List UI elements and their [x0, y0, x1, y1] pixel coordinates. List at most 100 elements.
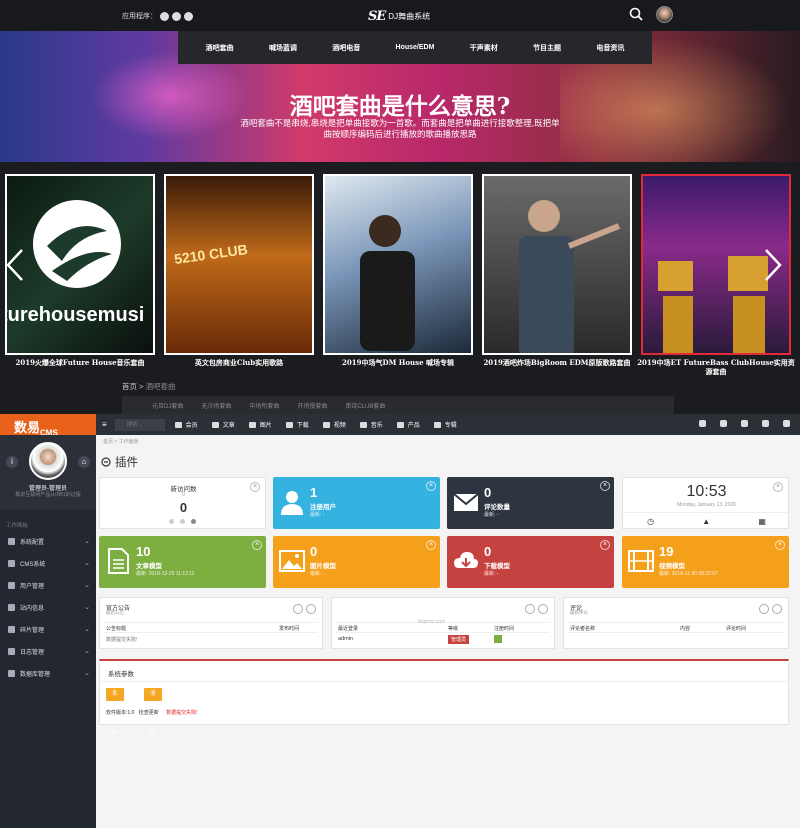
stat-card-articles[interactable]: 10 文章模型 最新: 2018-12-29 11:12:11 × — [99, 536, 266, 588]
album-card[interactable]: turehousemusi — [5, 174, 155, 355]
info-icon[interactable]: i — [6, 456, 18, 468]
nav-videos[interactable]: 视频 — [322, 420, 346, 429]
nav-item[interactable]: 酒吧电音 — [332, 43, 360, 53]
nav-label: 图片 — [259, 423, 272, 429]
menu-toggle-icon[interactable]: ≡ — [102, 420, 107, 429]
album-card[interactable]: 5210 CLUB — [164, 174, 314, 355]
stat-card-videos[interactable]: 19 视频模型 最新: 2018-11-30 08:22:57 × — [622, 536, 789, 588]
nav-music[interactable]: 音乐 — [359, 420, 383, 429]
cms-logo[interactable]: 数易CMS — [0, 414, 96, 438]
search-icon[interactable] — [629, 7, 643, 21]
panel-subtitle: 最新评论 — [570, 610, 588, 615]
category-tab[interactable]: 中场所套曲 — [249, 401, 279, 410]
visits-dots[interactable] — [169, 519, 196, 524]
stat-card-images[interactable]: 0 图片模型 最新: - × — [273, 536, 440, 588]
stat-label: 注册用户 — [310, 504, 336, 511]
carousel-next-button[interactable] — [763, 248, 783, 282]
apple-icon[interactable] — [184, 11, 193, 21]
breadcrumb: 首页 > 酒吧套曲 — [122, 381, 176, 392]
expand-icon[interactable] — [293, 604, 303, 614]
menu-item-fragments[interactable]: 碎片管理 ⌄ — [0, 619, 96, 639]
menu-item-cms[interactable]: CMS系统 ⌄ — [0, 553, 96, 573]
search-input[interactable] — [114, 418, 165, 431]
nav-members[interactable]: 会员 — [174, 420, 198, 429]
nav-label: 视频 — [333, 423, 346, 429]
close-icon[interactable]: × — [600, 481, 610, 491]
nav-item[interactable]: 酒吧套曲 — [206, 43, 234, 53]
close-icon[interactable]: × — [773, 482, 783, 492]
nav-albums[interactable]: 专辑 — [433, 420, 457, 429]
user-avatar[interactable] — [656, 6, 673, 23]
close-icon[interactable]: × — [775, 540, 785, 550]
album-caption[interactable]: 2019火爆全球Future House音乐套曲 — [0, 358, 160, 367]
clear-cache-icon[interactable] — [741, 420, 748, 427]
nav-downloads[interactable]: 下载 — [285, 420, 309, 429]
app-store-icon[interactable] — [160, 11, 169, 21]
carousel-prev-button[interactable] — [5, 248, 25, 282]
close-icon[interactable]: × — [426, 540, 436, 550]
stat-label: 图片模型 — [310, 563, 336, 570]
system-params-panel: 系统参数 系统已启 清理已启 软件版本:1.0 检查更新 数据提交失败! — [99, 659, 789, 736]
stat-card-comments[interactable]: 0 评论数量 最新: - × — [447, 477, 614, 529]
stat-value: 10 — [136, 544, 151, 559]
breadcrumb-home[interactable]: 首页 > — [122, 382, 143, 391]
menu-item-logs[interactable]: 日志管理 ⌄ — [0, 641, 96, 661]
admin-sidebar: 数易CMS i ⌂ 管理员-管理员 枫泉互联网产品从0到1的过程 工作面板 系统… — [0, 414, 96, 828]
info-icon[interactable] — [699, 420, 706, 427]
logo-mark: SE — [368, 9, 386, 24]
close-icon[interactable]: × — [250, 482, 260, 492]
nav-item[interactable]: 电音资讯 — [596, 43, 624, 53]
sitemap-icon[interactable] — [720, 420, 727, 427]
menu-item-database[interactable]: 数据库管理 ⌄ — [0, 663, 96, 683]
expand-icon[interactable] — [525, 604, 535, 614]
calendar-icon — [8, 647, 15, 655]
menu-item-users[interactable]: 用户管理 ⌄ — [0, 575, 96, 595]
nav-item[interactable]: House/EDM — [396, 44, 435, 51]
android-icon[interactable] — [172, 11, 181, 21]
check-update-link[interactable]: 检查更新 — [139, 710, 159, 716]
power-icon[interactable] — [783, 420, 790, 427]
album-caption[interactable]: 2019中场气DM House 喊场专辑 — [318, 358, 478, 367]
album-card[interactable] — [482, 174, 632, 355]
close-icon[interactable]: × — [426, 481, 436, 491]
album-carousel: turehousemusi 5210 CLUB 2019火爆全球Future H… — [0, 174, 800, 376]
album-caption[interactable]: 英文包房商业Club实用歌路 — [159, 358, 319, 367]
album-caption[interactable]: 2019酒吧炸场BigRoom EDM原版歌路套曲 — [477, 358, 637, 367]
nav-item[interactable]: 干声素材 — [470, 43, 498, 53]
refresh-icon[interactable] — [538, 604, 548, 614]
stat-label: 文章模型 — [136, 563, 162, 570]
expand-icon[interactable] — [759, 604, 769, 614]
bell-icon[interactable]: ▲ — [702, 517, 710, 526]
calendar-icon[interactable]: ▦ — [758, 517, 766, 526]
category-tab[interactable]: 开场慢套曲 — [297, 401, 327, 410]
chevron-down-icon: ⌄ — [84, 538, 90, 545]
category-tab[interactable]: 无冷场套曲 — [201, 401, 231, 410]
refresh-icon[interactable] — [772, 604, 782, 614]
clean-enable-button[interactable]: 清理已启 — [144, 688, 162, 736]
nav-item[interactable]: 喊场蓝调 — [269, 43, 297, 53]
stat-card-downloads[interactable]: 0 下载模型 最新: - × — [447, 536, 614, 588]
stat-card-users[interactable]: 1 注册用户 最新: - × — [273, 477, 440, 529]
close-icon[interactable]: × — [252, 540, 262, 550]
nav-products[interactable]: 产品 — [396, 420, 420, 429]
menu-item-system-config[interactable]: 系统配置 ⌄ — [0, 531, 96, 551]
login-user[interactable]: admin — [338, 636, 353, 642]
album-art-text: turehousemusi — [5, 304, 145, 326]
version-text: 软件版本:1.0 — [106, 710, 135, 716]
album-caption[interactable]: 2019中场ET FutureBass ClubHouse实用资源套曲 — [636, 358, 796, 376]
close-icon[interactable]: × — [600, 540, 610, 550]
refresh-icon[interactable] — [306, 604, 316, 614]
nav-images[interactable]: 图片 — [248, 420, 272, 429]
brand-name: 数易 — [14, 420, 41, 435]
album-card[interactable] — [323, 174, 473, 355]
system-enable-button[interactable]: 系统已启 — [106, 688, 124, 736]
home-icon[interactable]: ⌂ — [78, 456, 90, 468]
category-tab[interactable]: 串烧CLUB套曲 — [345, 401, 385, 410]
site-logo[interactable]: SE DJ舞曲系统 — [368, 9, 430, 24]
clock-icon[interactable]: ◷ — [647, 517, 654, 526]
nav-articles[interactable]: 文章 — [211, 420, 235, 429]
nav-item[interactable]: 节目主题 — [533, 43, 561, 53]
category-tab[interactable]: 元旦DJ套曲 — [152, 401, 183, 410]
menu-item-messages[interactable]: 站内信息 ⌄ — [0, 597, 96, 617]
home-icon[interactable] — [762, 420, 769, 427]
